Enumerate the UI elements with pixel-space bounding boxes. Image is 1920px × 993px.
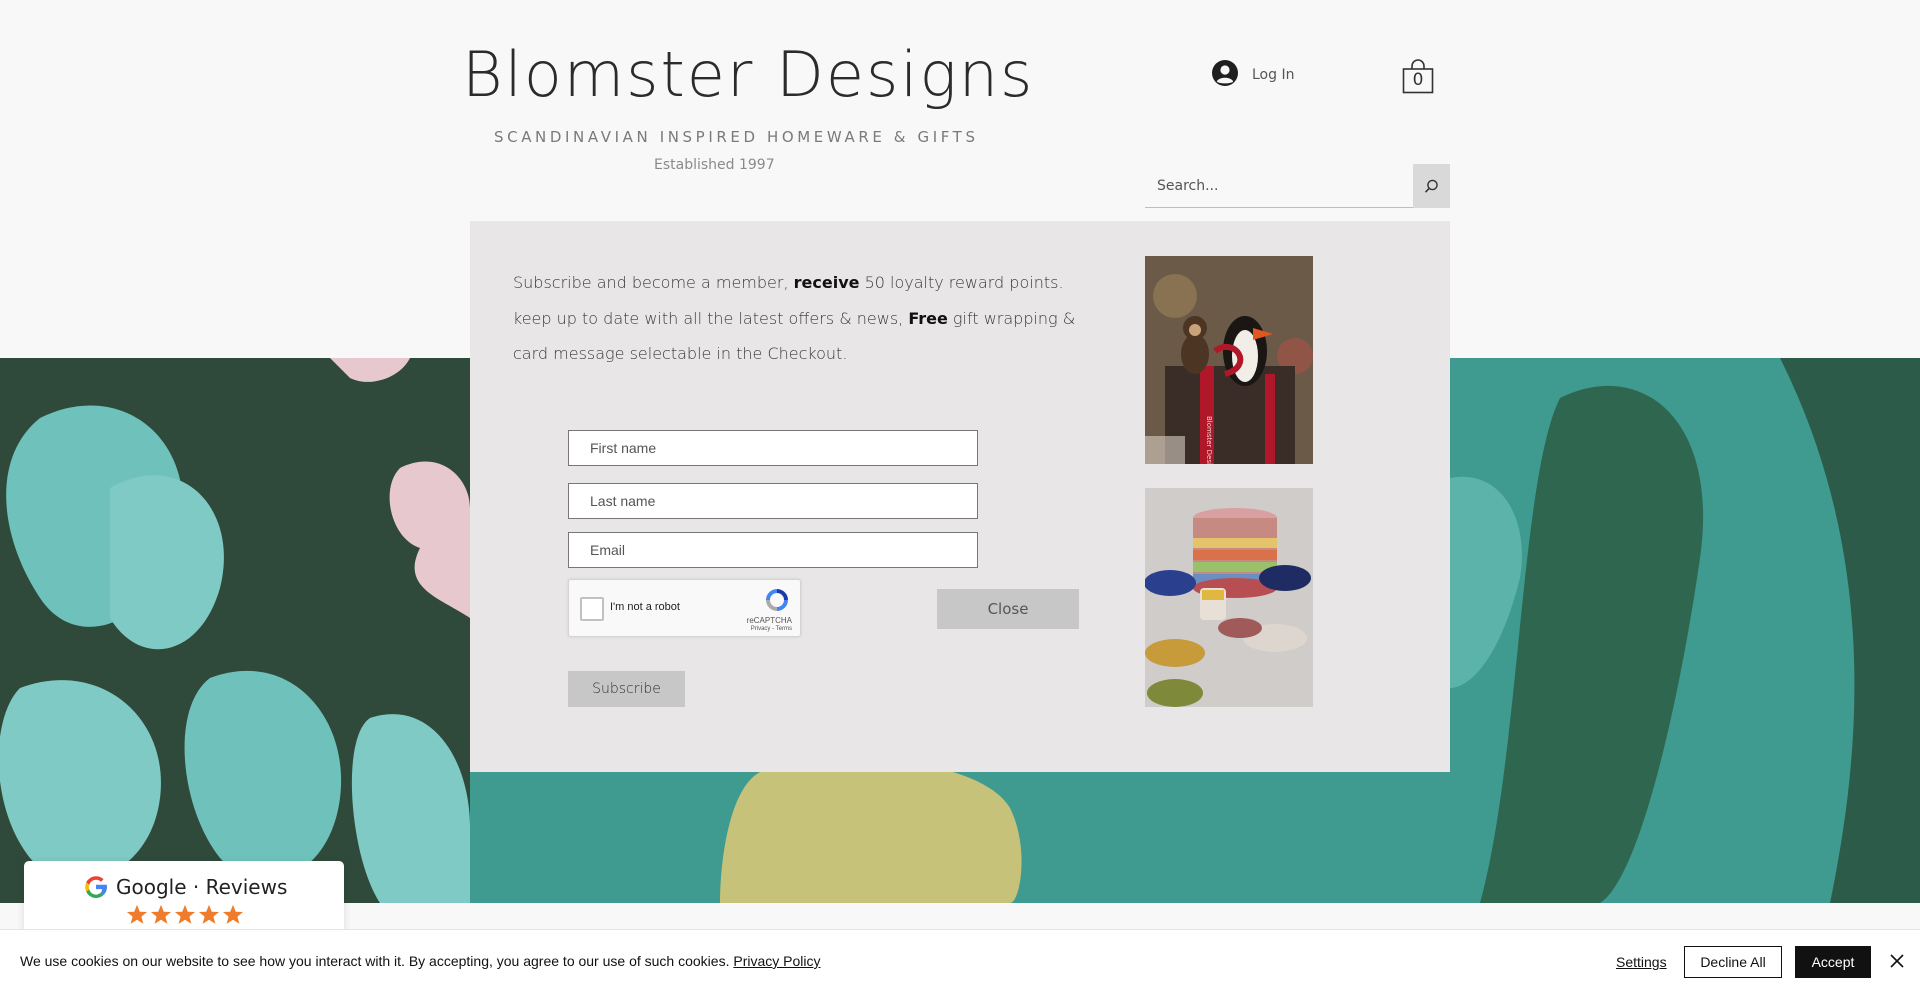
login-label: Log In [1252,67,1295,83]
gift-box-label: Blomster Designs [1205,416,1213,464]
recaptcha-logo-icon [766,589,788,611]
first-name-field[interactable] [568,430,978,466]
popup-line1-b: 50 loyalty reward points. [859,273,1064,292]
star-icon [222,904,244,924]
brand-tagline: SCANDINAVIAN INSPIRED HOMEWARE & GIFTS [494,128,979,146]
cart-button[interactable]: 0 [1402,58,1434,94]
login-button[interactable]: Log In [1212,60,1294,90]
privacy-policy-link[interactable]: Privacy Policy [733,953,820,969]
recaptcha-checkbox[interactable] [580,597,604,621]
last-name-field[interactable] [568,483,978,519]
star-icon [198,904,220,924]
accept-button[interactable]: Accept [1795,946,1871,978]
popup-line2-bold: Free [908,308,948,328]
google-g-icon [85,876,107,899]
email-field[interactable] [568,532,978,568]
cookie-message-text: We use cookies on our website to see how… [20,953,734,969]
cart-count: 0 [1412,70,1424,90]
google-reviews-widget[interactable]: Google · Reviews [24,861,344,933]
coasters-photo [1145,488,1313,707]
cookie-settings-link[interactable]: Settings [1616,954,1667,970]
cookie-banner: We use cookies on our website to see how… [0,929,1920,993]
search-bar [1145,164,1450,208]
popup-line1-bold: receive [793,273,860,292]
reviews-header: Google · Reviews [84,875,287,899]
popup-line2-a: keep up to date with all the latest offe… [513,308,909,328]
star-icon [174,904,196,924]
account-circle-icon [1212,60,1238,90]
recaptcha-links[interactable]: Privacy - Terms [751,626,792,632]
recaptcha-label: I'm not a robot [610,601,680,613]
close-button[interactable]: Close [937,589,1079,629]
popup-description: Subscribe and become a member, receive 5… [513,265,1093,372]
search-icon [1424,179,1438,193]
subscribe-button[interactable]: Subscribe [568,671,685,707]
star-icon [150,904,172,924]
brand-title[interactable]: Blomster Designs [462,38,1034,111]
star-rating [126,904,244,925]
close-icon[interactable] [1887,951,1907,971]
decline-all-button[interactable]: Decline All [1684,946,1782,978]
star-icon [126,904,148,924]
gift-photo: Blomster Designs [1145,256,1313,464]
reviews-title: Google · Reviews [116,875,288,899]
search-input[interactable] [1145,164,1413,207]
brand-established: Established 1997 [654,157,775,173]
recaptcha-widget: I'm not a robot reCAPTCHA Privacy - Term… [568,579,801,637]
popup-line1-a: Subscribe and become a member, [513,273,794,292]
cookie-message: We use cookies on our website to see how… [20,953,821,969]
search-button[interactable] [1413,164,1450,208]
coasters-photo-art [1145,488,1313,707]
recaptcha-brand: reCAPTCHA [746,616,792,625]
gift-photo-art: Blomster Designs [1145,256,1313,464]
subscribe-popup: Subscribe and become a member, receive 5… [470,221,1450,772]
